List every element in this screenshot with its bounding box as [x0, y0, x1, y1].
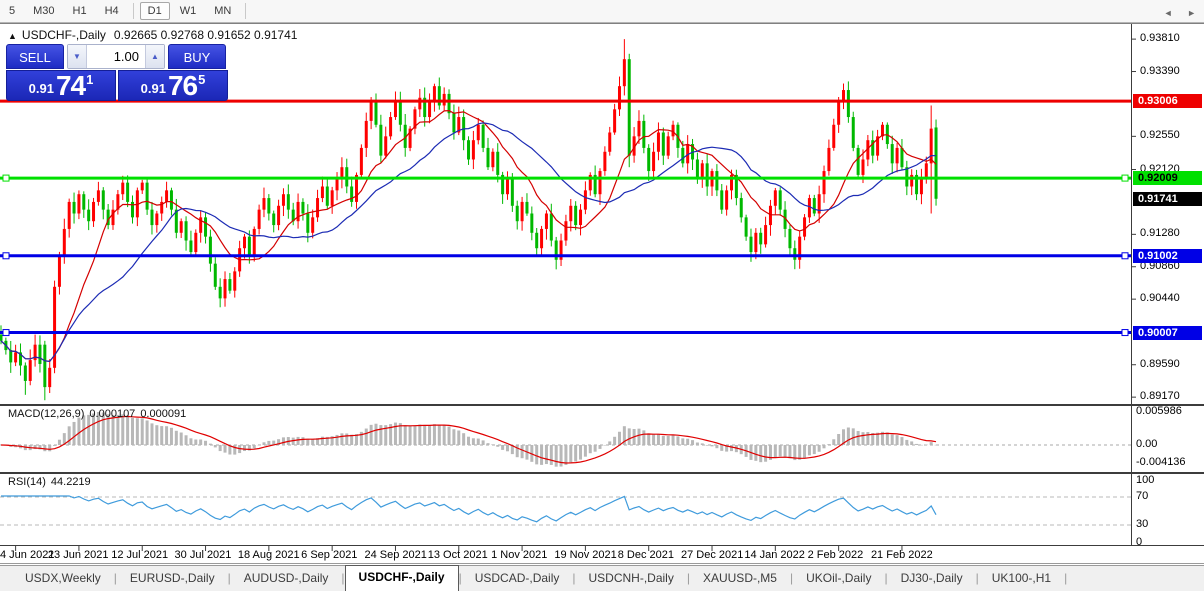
level-handle[interactable]: [3, 175, 9, 181]
buy-price-box[interactable]: 0.91765: [118, 70, 228, 101]
chart-tab-bar: USDX,Weekly|EURUSD-,Daily|AUDUSD-,Daily|…: [0, 565, 1204, 591]
sell-button[interactable]: SELL: [6, 44, 64, 69]
buy-price-prefix: 0.91: [141, 81, 166, 96]
tab-scroll-arrows: ◄ ►: [1152, 8, 1196, 18]
volume-decrease-icon[interactable]: ▼: [68, 45, 87, 68]
timeframe-toolbar: 5M30H1H4 D1W1MN: [0, 0, 1204, 23]
chart-tab-usdx-weekly[interactable]: USDX,Weekly: [12, 567, 114, 591]
chart-tab-uk100-h1[interactable]: UK100-,H1: [979, 567, 1064, 591]
chart-tab-audusd-daily[interactable]: AUDUSD-,Daily: [231, 567, 342, 591]
chart-tab-usdchf-daily[interactable]: USDCHF-,Daily: [345, 565, 459, 591]
level-handle[interactable]: [1122, 253, 1128, 259]
chart-tab-xauusd-m5[interactable]: XAUUSD-,M5: [690, 567, 790, 591]
chart-title: ▲ USDCHF-,Daily 0.92665 0.92768 0.91652 0.…: [8, 28, 297, 42]
tab-scroll-right-icon[interactable]: ►: [1187, 8, 1196, 18]
timeframe-button-5[interactable]: 5: [1, 2, 23, 20]
chart-symbol-label: USDCHF-,Daily: [22, 28, 106, 42]
sell-price-pip: 1: [86, 72, 93, 87]
buy-button[interactable]: BUY: [168, 44, 226, 69]
level-handle[interactable]: [1122, 330, 1128, 336]
tab-scroll-left-icon[interactable]: ◄: [1164, 8, 1173, 18]
level-handle[interactable]: [3, 253, 9, 259]
sell-price-box[interactable]: 0.91741: [6, 70, 116, 101]
timeframe-button-mn[interactable]: MN: [206, 2, 239, 20]
toolbar-separator: [245, 3, 246, 19]
timeframe-button-w1[interactable]: W1: [172, 2, 205, 20]
rsi-indicator-label: RSI(14)44.2219: [8, 476, 96, 488]
macd-indicator-label: MACD(12,26,9)0.0001070.000091: [8, 408, 191, 420]
timeframe-button-m30[interactable]: M30: [25, 2, 62, 20]
chart-tab-dj30-daily[interactable]: DJ30-,Daily: [888, 567, 976, 591]
collapse-panel-icon[interactable]: ▲: [8, 31, 17, 41]
timeframe-button-h4[interactable]: H4: [97, 2, 127, 20]
trading-platform-window: 5M30H1H4D1W1MN ▲USDCHF-,Daily0.92665 0.9…: [0, 0, 1204, 591]
toolbar-separator: [133, 3, 134, 19]
level-handle[interactable]: [1122, 175, 1128, 181]
volume-input[interactable]: 1.00: [87, 45, 145, 68]
chart-tab-eurusd-daily[interactable]: EURUSD-,Daily: [117, 567, 228, 591]
chart-tab-usdcad-daily[interactable]: USDCAD-,Daily: [462, 567, 573, 591]
timeframe-button-d1[interactable]: D1: [140, 2, 170, 20]
buy-price-main: 76: [168, 72, 197, 99]
sell-price-prefix: 0.91: [29, 81, 54, 96]
volume-increase-icon[interactable]: ▲: [145, 45, 164, 68]
tab-separator: |: [1064, 571, 1067, 591]
sell-price-main: 74: [56, 72, 85, 99]
volume-stepper: ▼ 1.00 ▲: [67, 44, 165, 69]
one-click-trade-panel: SELL ▼ 1.00 ▲ BUY 0.91741 0.91765: [6, 44, 228, 101]
chart-tab-ukoil-daily[interactable]: UKOil-,Daily: [793, 567, 884, 591]
timeframe-button-h1[interactable]: H1: [65, 2, 95, 20]
chart-tab-usdcnh-daily[interactable]: USDCNH-,Daily: [576, 567, 687, 591]
chart-ohlc-values: 0.92665 0.92768 0.91652 0.91741: [114, 28, 298, 42]
buy-price-pip: 5: [198, 72, 205, 87]
level-handle[interactable]: [3, 330, 9, 336]
